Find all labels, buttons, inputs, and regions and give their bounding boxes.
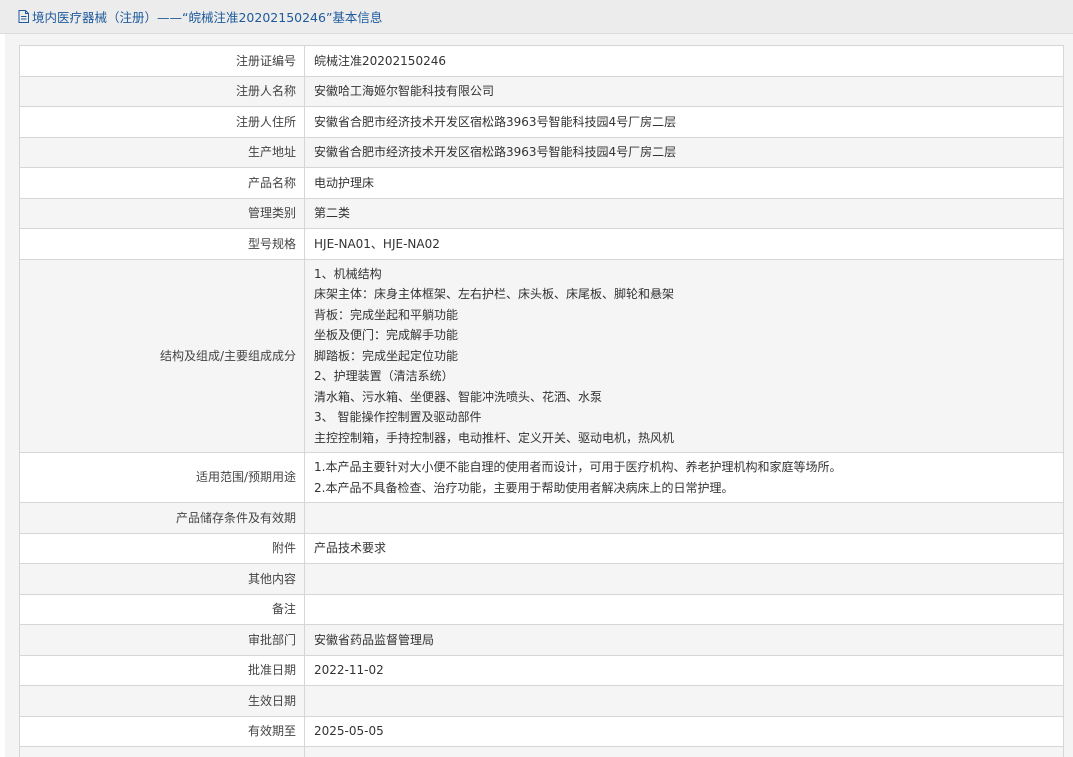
- field-value: [304, 563, 1064, 595]
- field-value: [304, 746, 1064, 757]
- field-value-line: 床架主体：床身主体框架、左右护栏、床头板、床尾板、脚轮和悬架: [314, 287, 675, 301]
- table-row: 注册人名称 安徽哈工海姬尔智能科技有限公司: [19, 75, 1064, 107]
- table-row: 其他内容: [19, 563, 1064, 595]
- field-value-line: 1、机械结构: [314, 266, 382, 281]
- field-value: 电动护理床: [304, 167, 1064, 199]
- field-value-line: 清水箱、污水箱、坐便器、智能冲洗喷头、花洒、水泵: [314, 389, 603, 404]
- field-label: 产品储存条件及有效期: [19, 502, 305, 534]
- table-row: 注册人住所 安徽省合肥市经济技术开发区宿松路3963号智能科技园4号厂房二层: [19, 106, 1064, 138]
- field-label: 批准日期: [19, 654, 305, 686]
- field-value-line: 主控控制箱，手持控制器，电动推杆、定义开关、驱动电机，热风机: [314, 430, 675, 445]
- table-row: 生产地址 安徽省合肥市经济技术开发区宿松路3963号智能科技园4号厂房二层: [19, 136, 1064, 168]
- field-value-line: 背板：完成坐起和平躺功能: [314, 307, 459, 322]
- field-label: 生产地址: [19, 136, 305, 168]
- table-row: 有效期至 2025-05-05: [19, 715, 1064, 747]
- table-row: 附件 产品技术要求: [19, 532, 1064, 564]
- field-value-line: 2.本产品不具备检查、治疗功能，主要用于帮助使用者解决病床上的日常护理。: [314, 480, 734, 495]
- field-value: 皖械注准20202150246: [304, 45, 1064, 77]
- field-value-line: 坐板及便门：完成解手功能: [314, 328, 459, 342]
- field-value: 2025-05-05: [304, 715, 1064, 747]
- field-value: HJE-NA01、HJE-NA02: [304, 228, 1064, 260]
- table-row: 产品储存条件及有效期: [19, 502, 1064, 534]
- table-row: 审批部门 安徽省药品监督管理局: [19, 624, 1064, 656]
- field-value-line: 1.本产品主要针对大小便不能自理的使用者而设计，可用于医疗机构、养老护理机构和家…: [314, 460, 842, 474]
- field-value: [304, 502, 1064, 534]
- field-value-line: 脚踏板：完成坐起定位功能: [314, 348, 459, 363]
- page-title-bar: 境内医疗器械（注册）——“皖械注准20202150246”基本信息: [0, 0, 1073, 34]
- field-label: 注册人名称: [19, 75, 305, 107]
- field-label: 注册证编号: [19, 45, 305, 77]
- field-value: 1、机械结构床架主体：床身主体框架、左右护栏、床头板、床尾板、脚轮和悬架 背板：完…: [304, 258, 1064, 453]
- field-label: 管理类别: [19, 197, 305, 229]
- field-label: 结构及组成/主要组成成分: [19, 258, 305, 453]
- field-value-line: 3、 智能操作控制置及驱动部件: [314, 410, 482, 424]
- page-title: 境内医疗器械（注册）——“皖械注准20202150246”基本信息: [32, 10, 383, 25]
- field-value: 产品技术要求: [304, 532, 1064, 564]
- field-value-line: 2、护理装置（清洁系统）: [314, 369, 454, 383]
- info-table-wrapper: 注册证编号 皖械注准20202150246 注册人名称 安徽哈工海姬尔智能科技有限公司…: [19, 45, 1064, 757]
- document-icon: [18, 10, 29, 23]
- field-label: 生效日期: [19, 685, 305, 717]
- table-row: 备注: [19, 593, 1064, 625]
- field-value: 2022-11-02: [304, 654, 1064, 686]
- field-value: 第二类: [304, 197, 1064, 229]
- table-row: 型号规格 HJE-NA01、HJE-NA02: [19, 228, 1064, 260]
- field-label: [19, 746, 305, 757]
- field-value: [304, 593, 1064, 625]
- field-label: 审批部门: [19, 624, 305, 656]
- table-row: 注册证编号 皖械注准20202150246: [19, 45, 1064, 77]
- field-label: 型号规格: [19, 228, 305, 260]
- table-row: 适用范围/预期用途 1.本产品主要针对大小便不能自理的使用者而设计，可用于医疗机构…: [19, 452, 1064, 503]
- field-label: 注册人住所: [19, 106, 305, 138]
- table-row: 产品名称 电动护理床: [19, 167, 1064, 199]
- field-value: 安徽省合肥市经济技术开发区宿松路3963号智能科技园4号厂房二层: [304, 106, 1064, 138]
- table-row: 结构及组成/主要组成成分 1、机械结构 床架主体：床身主体框架、左右护栏、床头板、床…: [19, 258, 1064, 453]
- field-value: 1.本产品主要针对大小便不能自理的使用者而设计，可用于医疗机构、养老护理机构和家…: [304, 452, 1064, 503]
- field-label: 附件: [19, 532, 305, 564]
- field-value: 安徽省合肥市经济技术开发区宿松路3963号智能科技园4号厂房二层: [304, 136, 1064, 168]
- table-row: 管理类别 第二类: [19, 197, 1064, 229]
- table-row: 批准日期 2022-11-02: [19, 654, 1064, 686]
- field-value: 安徽省药品监督管理局: [304, 624, 1064, 656]
- field-label: 适用范围/预期用途: [19, 452, 305, 503]
- table-row: 生效日期: [19, 685, 1064, 717]
- info-table: 注册证编号 皖械注准20202150246 注册人名称 安徽哈工海姬尔智能科技有限公司…: [19, 45, 1064, 757]
- field-value: [304, 685, 1064, 717]
- field-label: 有效期至: [19, 715, 305, 747]
- field-label: 其他内容: [19, 563, 305, 595]
- field-value: 安徽哈工海姬尔智能科技有限公司: [304, 75, 1064, 107]
- content-area: 注册证编号 皖械注准20202150246 注册人名称 安徽哈工海姬尔智能科技有限公司…: [5, 34, 1073, 757]
- field-label: 产品名称: [19, 167, 305, 199]
- table-row: [19, 746, 1064, 757]
- page: 境内医疗器械（注册）——“皖械注准20202150246”基本信息 注册证编号皖…: [0, 0, 1073, 757]
- field-label: 备注: [19, 593, 305, 625]
